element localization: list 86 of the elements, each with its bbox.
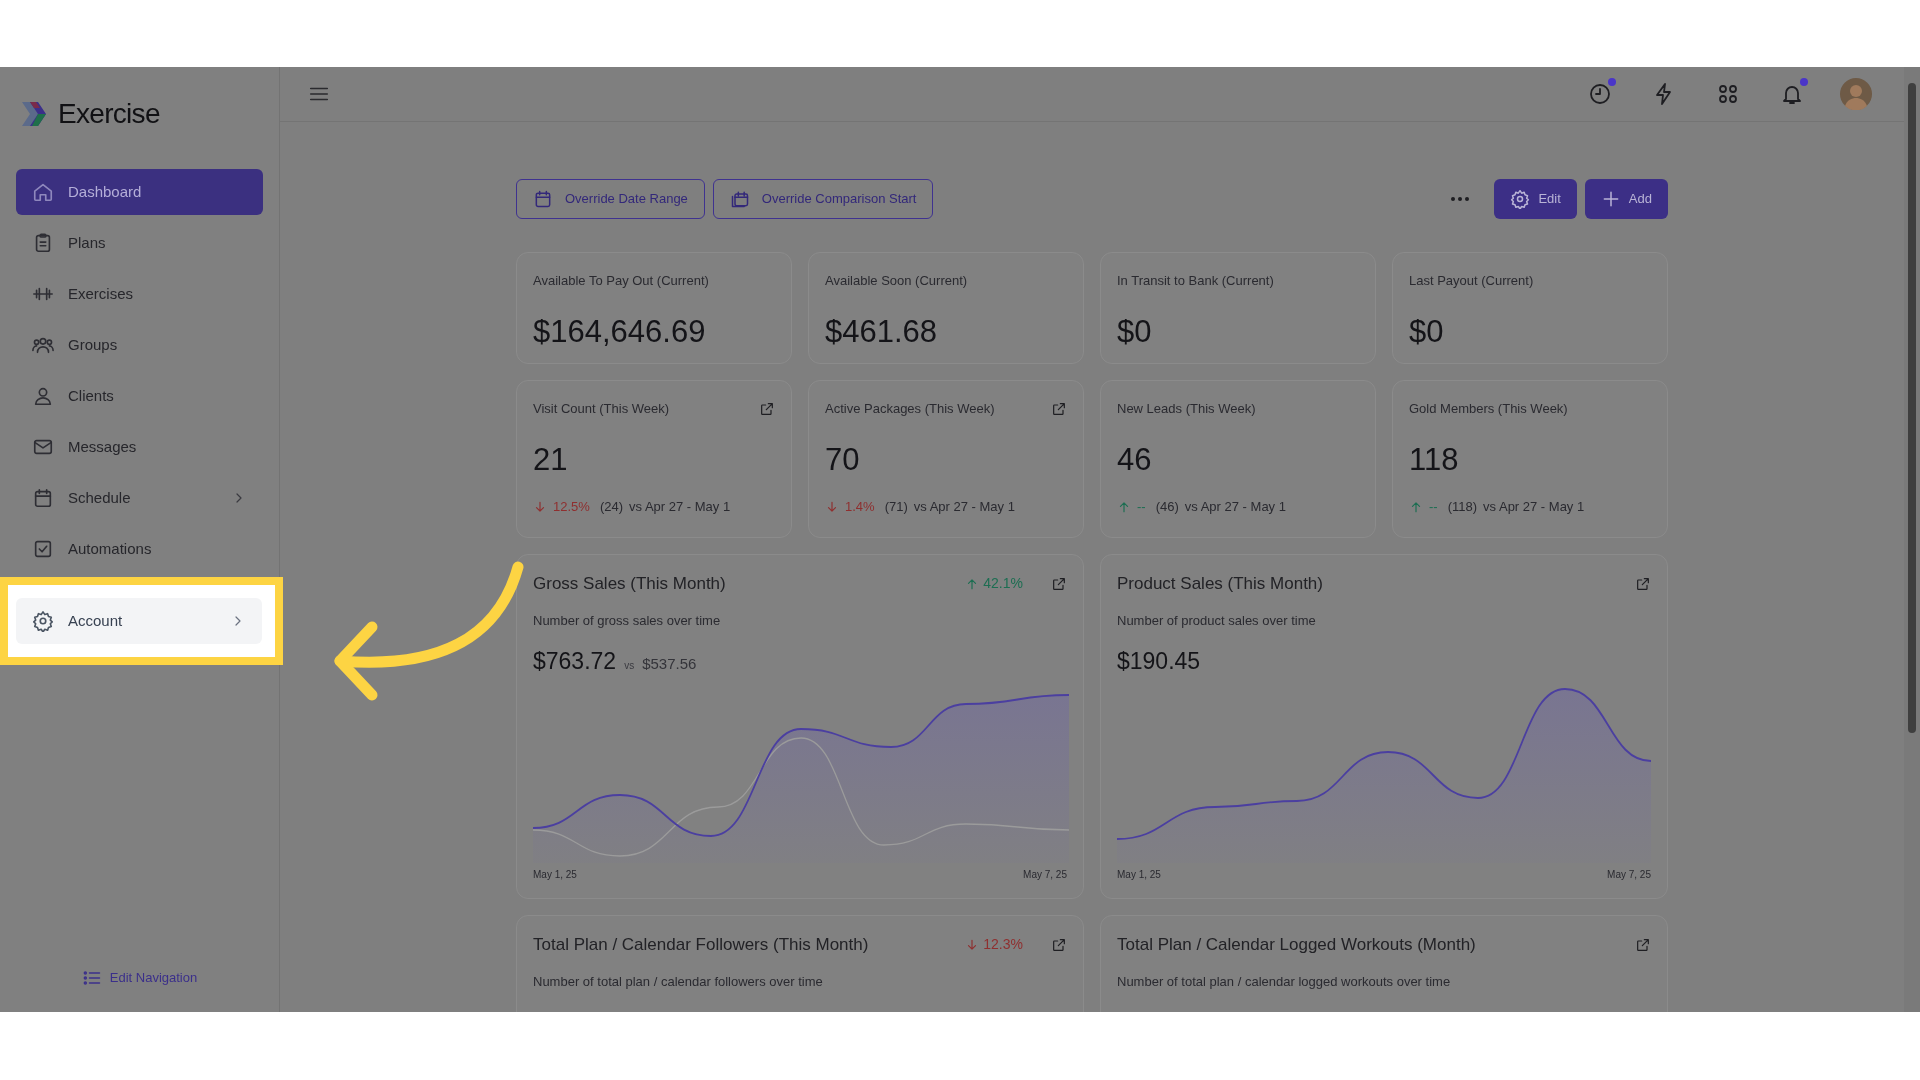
user-icon [32, 385, 54, 407]
sidebar-item[interactable]: Clients [16, 373, 263, 419]
external-link-button[interactable] [1051, 936, 1067, 953]
comparison-value: $537.56 [642, 654, 697, 674]
change-value: -- [1429, 498, 1438, 516]
brand-name: Exercise [58, 97, 160, 131]
list-icon [81, 968, 102, 988]
comparison-period: vs Apr 27 - May 1 [629, 498, 731, 516]
card-title: Active Packages (This Week) [825, 400, 995, 418]
scrollbar-thumb[interactable] [1908, 83, 1916, 733]
action-button[interactable]: Edit [1494, 179, 1577, 219]
card-title: Available To Pay Out (Current) [533, 272, 710, 290]
sidebar-item[interactable]: Exercises [16, 271, 263, 317]
card-title: Gold Members (This Week) [1409, 400, 1568, 418]
card-value: $164,646.69 [533, 312, 707, 351]
card-title: New Leads (This Week) [1117, 400, 1256, 418]
previous-value: (24) [599, 498, 623, 516]
sidebar-item[interactable]: Groups [16, 322, 263, 368]
card-value: 118 [1409, 440, 1460, 479]
card-subtitle: Number of gross sales over time [533, 611, 722, 630]
comparison-period: vs Apr 27 - May 1 [1483, 498, 1585, 516]
sidebar-item[interactable]: Messages [16, 424, 263, 470]
previous-value: (118) [1447, 498, 1478, 516]
axis-label: May 1, 25 [1117, 867, 1161, 882]
card-subtitle: Number of total plan / calendar followers over time [533, 972, 824, 991]
card-subtitle: Number of product sales over time [1117, 611, 1317, 630]
comparison-period: vs Apr 27 - May 1 [913, 498, 1015, 516]
edit-navigation-link[interactable]: Edit Navigation [81, 968, 198, 988]
external-link-button[interactable] [1635, 936, 1651, 953]
settings-icon [32, 610, 54, 632]
previous-value: (46) [1155, 498, 1179, 516]
card-value: 46 [1117, 440, 1153, 479]
external-link-icon [1635, 936, 1651, 953]
card-value: $190.45 [1117, 647, 1201, 676]
previous-value: (71) [884, 498, 908, 516]
external-link-button[interactable] [1635, 575, 1651, 592]
card-value: $461.68 [825, 312, 939, 351]
external-link-icon [1051, 936, 1067, 953]
card-value: $0 [1117, 312, 1153, 351]
card-title: In Transit to Bank (Current) [1117, 272, 1275, 290]
sidebar-item[interactable]: Account [16, 598, 262, 644]
settings-icon [1510, 189, 1531, 209]
vs-label: vs [624, 659, 635, 673]
card-title: Product Sales (This Month) [1117, 573, 1324, 595]
checkbox-icon [32, 538, 54, 560]
external-link-button[interactable] [1051, 575, 1067, 592]
card-subtitle: Number of total plan / calendar logged workouts over time [1117, 972, 1452, 991]
card-title: Visit Count (This Week) [533, 400, 670, 418]
calendar-icon [32, 487, 54, 509]
axis-label: May 7, 25 [1023, 867, 1067, 882]
toolbar-button[interactable]: Override Date Range [516, 179, 705, 219]
card-title: Total Plan / Calendar Followers (This Month) [533, 934, 870, 956]
card-value: $763.72 [533, 647, 617, 676]
change-value: 12.3% [983, 935, 1023, 955]
clock-icon [1588, 82, 1612, 106]
sidebar-item[interactable]: Schedule [16, 475, 263, 521]
home-icon [32, 181, 54, 203]
grid-icon [1716, 82, 1740, 106]
sidebar-item[interactable]: Plans [16, 220, 263, 266]
change-value: 42.1% [983, 574, 1023, 594]
axis-label: May 1, 25 [533, 867, 577, 882]
more-icon[interactable] [1450, 196, 1471, 202]
sidebar-item[interactable]: Dashboard [16, 169, 263, 215]
card-value: 70 [825, 440, 861, 479]
calendars-icon [729, 189, 750, 209]
change-value: 12.5% [553, 498, 590, 516]
sidebar-item[interactable]: Automations [16, 526, 263, 572]
card-title: Last Payout (Current) [1409, 272, 1535, 290]
external-link-icon [1635, 575, 1651, 592]
card-value: $0 [1409, 312, 1445, 351]
card-title: Gross Sales (This Month) [533, 573, 727, 595]
card-title: Available Soon (Current) [825, 272, 969, 290]
card-title: Total Plan / Calendar Logged Workouts (Month) [1117, 934, 1477, 956]
calendar-icon [533, 189, 553, 209]
external-link-icon [759, 400, 775, 417]
change-value: -- [1137, 498, 1146, 516]
comparison-period: vs Apr 27 - May 1 [1184, 498, 1286, 516]
toolbar-button[interactable]: Override Comparison Start [712, 179, 934, 219]
external-link-icon [1051, 575, 1067, 592]
axis-label: May 7, 25 [1607, 867, 1651, 882]
external-link-icon [1051, 400, 1067, 417]
external-link-button[interactable] [1051, 400, 1067, 417]
action-button[interactable]: Add [1584, 179, 1668, 219]
change-value: 1.4% [845, 498, 875, 516]
external-link-button[interactable] [759, 400, 775, 417]
card-value: 21 [533, 440, 569, 479]
